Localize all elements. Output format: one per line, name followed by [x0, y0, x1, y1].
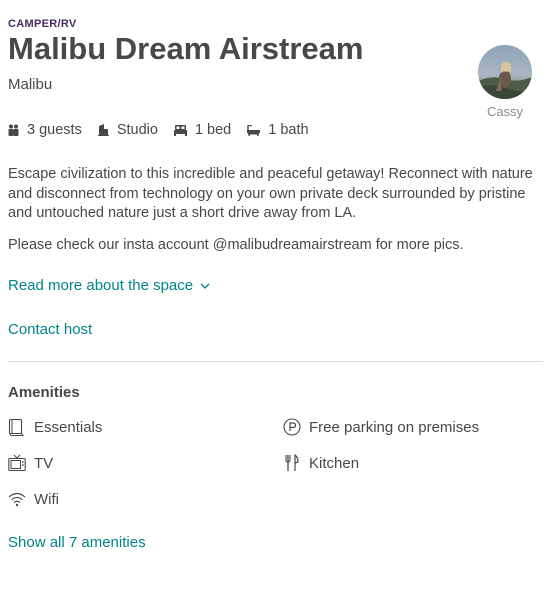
fact-bath: 1 bath	[247, 122, 309, 138]
chevron-down-icon	[200, 283, 210, 289]
guests-icon	[8, 124, 19, 136]
read-more-label: Read more about the space	[8, 277, 194, 294]
amenity-label: Kitchen	[309, 454, 360, 472]
amenity-tv: TV	[8, 454, 53, 472]
home-icon	[97, 124, 109, 136]
amenity-kitchen: Kitchen	[283, 454, 359, 472]
amenity-label: Free parking on premises	[309, 418, 480, 436]
wifi-icon	[8, 492, 26, 507]
listing-title: Malibu Dream Airstream	[8, 31, 364, 66]
host-name[interactable]: Cassy	[478, 104, 532, 119]
amenity-label: Wifi	[34, 490, 59, 508]
listing-facts: 3 guests Studio 1 bed 1 bath	[8, 121, 325, 139]
section-divider	[8, 361, 543, 362]
fact-bed: 1 bed	[173, 122, 232, 138]
essentials-icon	[8, 418, 24, 436]
amenity-parking: Free parking on premises	[283, 418, 479, 436]
description-paragraph: Please check our insta account @malibudr…	[8, 237, 464, 253]
bath-icon	[247, 124, 261, 136]
amenity-wifi: Wifi	[8, 490, 59, 508]
host-avatar[interactable]	[478, 45, 532, 99]
listing-category: CAMPER/RV	[8, 18, 77, 30]
parking-icon	[283, 418, 301, 436]
kitchen-icon	[285, 454, 299, 471]
read-more-link[interactable]: Read more about the space	[8, 277, 210, 294]
bed-icon	[173, 124, 187, 136]
amenity-label: Essentials	[34, 418, 103, 436]
fact-home: Studio	[97, 122, 158, 138]
fact-label: Studio	[116, 122, 158, 138]
amenity-label: TV	[34, 454, 54, 472]
listing-location[interactable]: Malibu	[8, 76, 52, 93]
fact-label: 1 bed	[194, 122, 232, 138]
host-card[interactable]: Cassy	[478, 45, 532, 119]
show-all-amenities-link[interactable]: Show all 7 amenities	[8, 534, 146, 551]
fact-guests: 3 guests	[8, 122, 82, 138]
amenity-essentials: Essentials	[8, 418, 102, 436]
description-paragraph: Escape civilization to this incredible a…	[8, 166, 533, 221]
contact-host-link[interactable]: Contact host	[8, 321, 92, 338]
tv-icon	[8, 454, 26, 472]
fact-label: 3 guests	[27, 122, 82, 138]
fact-label: 1 bath	[268, 122, 309, 138]
amenities-heading: Amenities	[8, 384, 80, 401]
